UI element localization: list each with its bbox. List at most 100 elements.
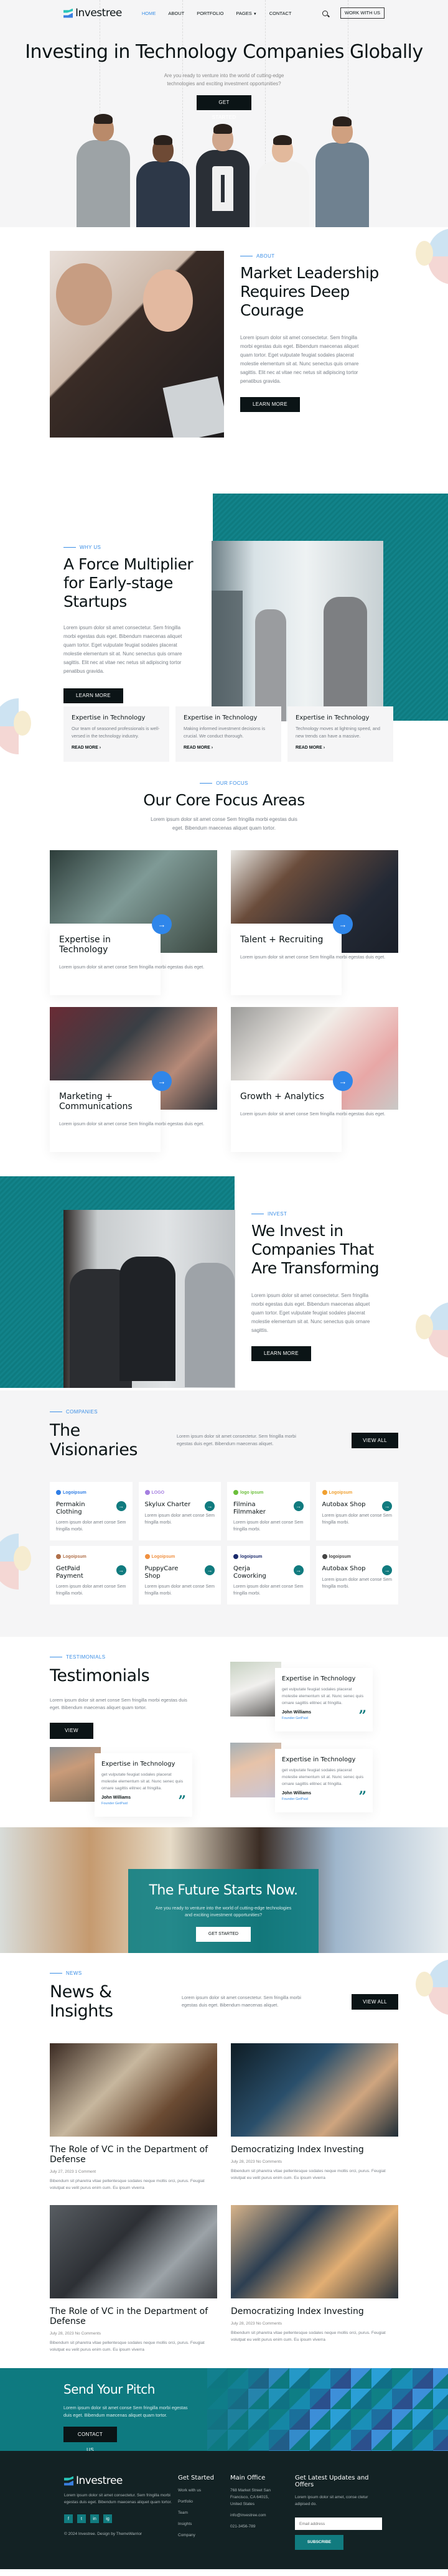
nav-pages[interactable]: PAGES ▼ xyxy=(236,11,256,16)
focus-card: → Talent + Recruiting Lorem ipsum dolor s… xyxy=(231,850,398,995)
facebook-icon[interactable]: f xyxy=(64,2514,73,2523)
learn-more-button[interactable]: LEARN MORE xyxy=(63,688,123,703)
news-title[interactable]: Democratizing Index Investing xyxy=(231,2145,398,2155)
news-card[interactable]: Democratizing Index Investing July 28, 2… xyxy=(231,2043,398,2191)
person xyxy=(56,263,112,326)
company-card: logoipsum Autobax Shop Lorem ipsum dolor a… xyxy=(315,1546,398,1604)
company-logo-text: logoipsum xyxy=(329,1554,351,1559)
arrow-right-icon[interactable]: → xyxy=(152,914,172,934)
section-title: We Invest in Companies That Are Transfor… xyxy=(251,1222,380,1277)
social-links: f t in ig xyxy=(64,2514,178,2523)
company-body: Lorem ipsum dolor amet conse Sem fringil… xyxy=(56,1520,126,1532)
cta-subtitle-line: Are you ready to venture into the world … xyxy=(155,1905,292,1911)
arrow-right-icon[interactable]: → xyxy=(333,1071,353,1091)
company-logo-text: Logoipsum xyxy=(63,1554,86,1559)
company-name: Skylux Charter xyxy=(144,1501,191,1508)
office-email[interactable]: info@investree.com xyxy=(230,2512,295,2519)
search-icon[interactable] xyxy=(322,10,328,16)
company-logo: Logoipsum xyxy=(56,1553,126,1560)
decorative-shape xyxy=(416,1959,448,2015)
footer-link[interactable]: Team xyxy=(178,2509,230,2516)
testimonial-body: get vulputate feugiat sodales placerat m… xyxy=(282,1768,364,1786)
nav-contact[interactable]: CONTACT xyxy=(269,11,292,16)
logo-mark-icon xyxy=(56,1554,61,1559)
logo-icon xyxy=(63,9,73,18)
nav-about[interactable]: ABOUT xyxy=(168,11,184,16)
arrow-right-icon[interactable]: → xyxy=(293,1501,304,1511)
caret-down-icon: ▼ xyxy=(253,12,257,16)
get-started-button[interactable]: GET STARTED xyxy=(196,1927,251,1942)
linkedin-icon[interactable]: in xyxy=(90,2514,99,2523)
person xyxy=(253,135,312,227)
news-title[interactable]: The Role of VC in the Department of Defe… xyxy=(50,2307,217,2326)
news-card[interactable]: The Role of VC in the Department of Defe… xyxy=(50,2205,217,2353)
footer-about: Investree Lorem ipsum dolor sit amet con… xyxy=(64,2475,178,2550)
pitch-body: Lorem ipsum dolor sit amet conse Sem fri… xyxy=(63,2404,188,2419)
newsletter-text: Lorem ipsum dolor sit amet, conse ctetur… xyxy=(295,2495,368,2506)
subscribe-button[interactable]: SUBSCRIBE xyxy=(295,2535,343,2550)
arrow-right-icon[interactable]: → xyxy=(333,914,353,934)
email-input[interactable] xyxy=(295,2517,382,2530)
company-body: Lorem ipsum dolor amet conse Sem fringil… xyxy=(233,1520,304,1532)
arrow-right-icon[interactable]: → xyxy=(382,1565,392,1575)
invest-section: INVEST We Invest in Companies That Are T… xyxy=(0,1171,448,1390)
arrow-right-icon[interactable]: → xyxy=(382,1501,392,1511)
twitter-icon[interactable]: t xyxy=(77,2514,86,2523)
footer-logo[interactable]: Investree xyxy=(64,2475,178,2487)
main-nav: Investree HOME ABOUT PORTFOLIO PAGES ▼ C… xyxy=(0,0,448,26)
view-all-button[interactable]: VIEW ALL xyxy=(352,1993,398,2010)
learn-more-button[interactable]: LEARN MORE xyxy=(240,397,300,412)
news-image xyxy=(50,2043,217,2137)
news-card[interactable]: Democratizing Index Investing July 28, 2… xyxy=(231,2205,398,2353)
company-name: GetPaid Payment xyxy=(56,1565,83,1580)
footer-link[interactable]: Portfolio xyxy=(178,2498,230,2505)
focus-card: → Marketing + Communications Lorem ipsum … xyxy=(50,1007,217,1152)
quote-icon: ” xyxy=(178,1793,186,1809)
testimonial-role: Founder GetPaid xyxy=(282,1797,308,1801)
arrow-right-icon[interactable]: → xyxy=(205,1565,215,1575)
footer-heading: Get Latest Updates and Offers xyxy=(295,2475,369,2488)
testimonial-role: Founder GetPaid xyxy=(101,1802,128,1806)
decorative-shape xyxy=(0,698,31,754)
hero-subtitle: Are you ready to venture into the world … xyxy=(0,72,448,88)
news-image xyxy=(231,2205,398,2298)
contact-us-button[interactable]: CONTACT US xyxy=(63,2427,117,2451)
view-all-button[interactable]: VIEW ALL xyxy=(50,1723,93,1749)
news-title[interactable]: The Role of VC in the Department of Defe… xyxy=(50,2145,217,2165)
work-with-us-button[interactable]: WORK WITH US xyxy=(340,7,385,19)
section-title: Our Core Focus Areas xyxy=(143,791,305,809)
get-started-button[interactable]: GET STARTED xyxy=(197,95,251,120)
company-logo-text: Logoipsum xyxy=(151,1554,175,1559)
news-card[interactable]: The Role of VC in the Department of Defe… xyxy=(50,2043,217,2191)
arrow-right-icon[interactable]: → xyxy=(152,1071,172,1091)
person xyxy=(133,135,193,227)
footer-link[interactable]: Company xyxy=(178,2532,230,2539)
brand-logo[interactable]: Investree xyxy=(63,7,122,19)
news-title[interactable]: Democratizing Index Investing xyxy=(231,2307,398,2316)
nav-portfolio[interactable]: PORTFOLIO xyxy=(197,11,223,16)
arrow-right-icon[interactable]: → xyxy=(116,1565,126,1575)
logo-mark-icon xyxy=(144,1554,150,1559)
company-card: Logoipsum GetPaid Payment Lorem ipsum dolo… xyxy=(50,1546,133,1604)
focus-grid: → Expertise in Technology Lorem ipsum dol… xyxy=(50,850,398,1152)
company-name: Autobax Shop xyxy=(322,1565,366,1572)
section-eyebrow: NEWS xyxy=(50,1970,398,1976)
company-logo: LOGO xyxy=(144,1489,215,1496)
instagram-icon[interactable]: ig xyxy=(103,2514,112,2523)
company-logo: logo ipsum xyxy=(233,1489,304,1496)
arrow-right-icon[interactable]: → xyxy=(205,1501,215,1511)
person xyxy=(193,124,253,227)
office-phone[interactable]: 021-3456-789 xyxy=(230,2523,295,2530)
view-all-button[interactable]: VIEW ALL xyxy=(352,1432,398,1448)
company-logo-text: logoipsum xyxy=(240,1554,263,1559)
hero-subtitle-line: technologies and exciting investment opp… xyxy=(167,81,281,87)
footer-office: Main Office 768 Market Street San Franci… xyxy=(230,2475,295,2550)
nav-home[interactable]: HOME xyxy=(142,11,156,16)
news-image xyxy=(231,2043,398,2137)
footer-link[interactable]: Work with us xyxy=(178,2487,230,2494)
arrow-right-icon[interactable]: → xyxy=(116,1501,126,1511)
footer: Investree Lorem ipsum dolor sit amet con… xyxy=(0,2451,448,2569)
arrow-right-icon[interactable]: → xyxy=(293,1565,304,1575)
footer-link[interactable]: Insights xyxy=(178,2521,230,2527)
learn-more-button[interactable]: LEARN MORE xyxy=(251,1346,311,1361)
